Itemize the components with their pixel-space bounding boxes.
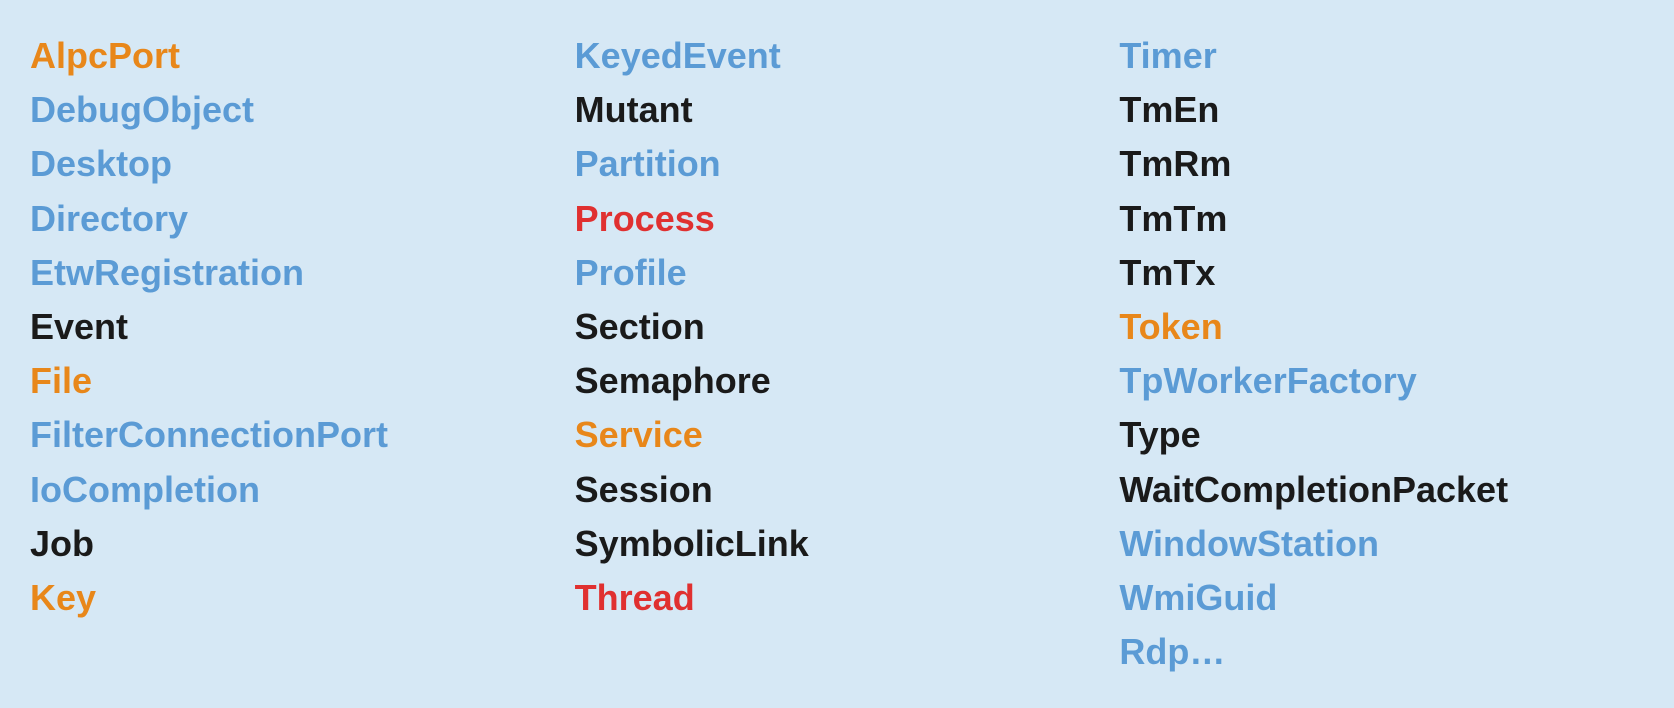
main-content: AlpcPortDebugObjectDesktopDirectoryEtwRe… <box>20 30 1654 678</box>
list-item: Directory <box>30 193 555 245</box>
list-item: TmEn <box>1119 84 1644 136</box>
list-item: Semaphore <box>575 355 1100 407</box>
list-item: IoCompletion <box>30 464 555 516</box>
list-item: Mutant <box>575 84 1100 136</box>
list-item: WindowStation <box>1119 518 1644 570</box>
list-item: KeyedEvent <box>575 30 1100 82</box>
list-item: FilterConnectionPort <box>30 409 555 461</box>
list-item: Rdp… <box>1119 626 1644 678</box>
list-item: SymbolicLink <box>575 518 1100 570</box>
list-item: Session <box>575 464 1100 516</box>
list-item: Desktop <box>30 138 555 190</box>
list-item: TmTx <box>1119 247 1644 299</box>
column-2: KeyedEventMutantPartitionProcessProfileS… <box>565 30 1110 678</box>
list-item: Token <box>1119 301 1644 353</box>
list-item: WaitCompletionPacket <box>1119 464 1644 516</box>
list-item: Event <box>30 301 555 353</box>
list-item: TpWorkerFactory <box>1119 355 1644 407</box>
column-1: AlpcPortDebugObjectDesktopDirectoryEtwRe… <box>20 30 565 678</box>
list-item: Service <box>575 409 1100 461</box>
list-item: Thread <box>575 572 1100 624</box>
list-item: Job <box>30 518 555 570</box>
list-item: File <box>30 355 555 407</box>
list-item: Type <box>1119 409 1644 461</box>
list-item: DebugObject <box>30 84 555 136</box>
list-item: EtwRegistration <box>30 247 555 299</box>
list-item: Section <box>575 301 1100 353</box>
list-item: TmRm <box>1119 138 1644 190</box>
list-item: AlpcPort <box>30 30 555 82</box>
list-item: WmiGuid <box>1119 572 1644 624</box>
list-item: TmTm <box>1119 193 1644 245</box>
list-item: Process <box>575 193 1100 245</box>
list-item: Partition <box>575 138 1100 190</box>
list-item: Timer <box>1119 30 1644 82</box>
list-item: Key <box>30 572 555 624</box>
column-3: TimerTmEnTmRmTmTmTmTxTokenTpWorkerFactor… <box>1109 30 1654 678</box>
list-item: Profile <box>575 247 1100 299</box>
